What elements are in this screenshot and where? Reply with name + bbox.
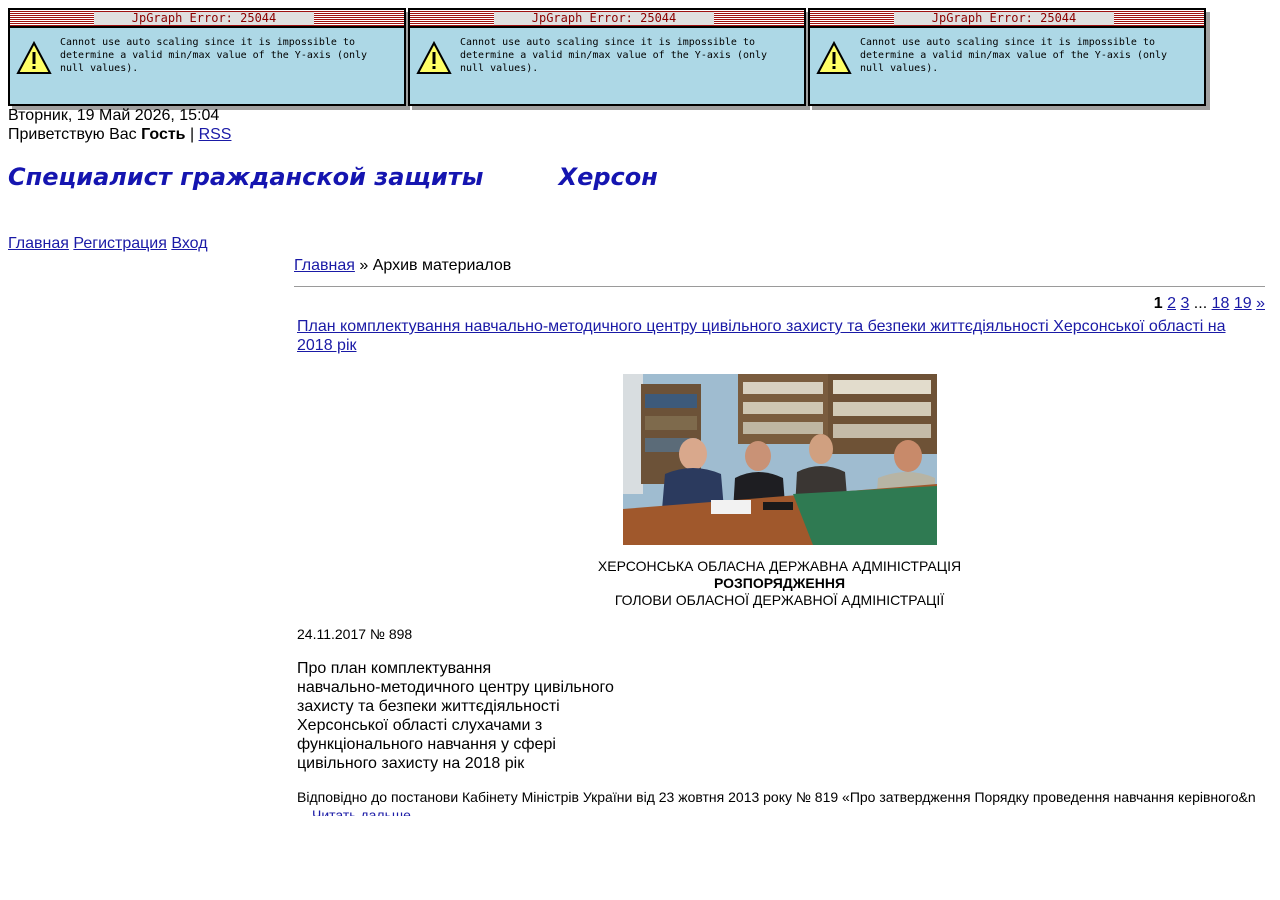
subject-line: навчально-методичного центру цивільного [297,679,614,696]
document-header: ХЕРСОНСЬКА ОБЛАСНА ДЕРЖАВНА АДМІНІСТРАЦІ… [294,558,1265,609]
subject-line: цивільного захисту на 2018 рік [297,755,525,772]
graph-error-title-bar: JpGraph Error: 25044 [410,10,804,28]
document-issuer: ГОЛОВИ ОБЛАСНОЇ ДЕРЖАВНОЇ АДМІНІСТРАЦІЇ [614,592,945,608]
subject-line: захисту та безпеки життєдіяльності [297,698,560,715]
graph-error-box: JpGraph Error: 25044 Cannot use auto sca… [808,8,1206,106]
greeting: Приветствую Вас Гость | RSS [8,126,231,144]
graph-error-box: JpGraph Error: 25044 Cannot use auto sca… [408,8,806,106]
read-more-link[interactable]: Читать дальше [312,807,411,816]
nav-login-link[interactable]: Вход [171,235,207,252]
breadcrumb: Главная » Архив материалов [294,256,1265,276]
pager-next[interactable]: » [1256,295,1265,312]
entry-photo[interactable] [623,374,937,545]
main-content: Главная » Архив материалов 1 2 3 ... 18 … [294,256,1265,816]
graph-error-title: JpGraph Error: 25044 [494,12,714,25]
subject-line: функціонального навчання у сфері [297,736,556,753]
warning-icon [816,41,852,74]
graph-error-message: Cannot use auto scaling since it is impo… [60,37,368,74]
graph-error-title-bar: JpGraph Error: 25044 [10,10,404,28]
entry-title-link[interactable]: План комплектування навчально-методичног… [297,317,1262,355]
current-date: Вторник, 19 Май 2026, 15:04 [8,107,220,124]
top-nav: Главная Регистрация Вход [8,235,208,253]
graph-error-message: Cannot use auto scaling since it is impo… [460,37,768,74]
greeting-separator: | [185,126,199,143]
document-date: 24.11.2017 № 898 [297,626,413,642]
warning-icon [416,41,452,74]
user-name: Гость [141,126,186,143]
breadcrumb-current: Архив материалов [372,257,512,274]
nav-register-link[interactable]: Регистрация [73,235,167,252]
pagination: 1 2 3 ... 18 19 » [294,295,1265,313]
nav-home-link[interactable]: Главная [8,235,69,252]
pager-page-18[interactable]: 18 [1212,295,1230,312]
breadcrumb-separator: » [354,257,373,274]
pager-page-2[interactable]: 2 [1167,295,1176,312]
document-type: РОЗПОРЯДЖЕННЯ [713,575,846,591]
document-authority: ХЕРСОНСЬКА ОБЛАСНА ДЕРЖАВНА АДМІНІСТРАЦІ… [597,558,962,574]
breadcrumb-home-link[interactable]: Главная [294,257,355,274]
subject-line: Херсонської області слухачами з [297,717,543,734]
subject-line: Про план комплектування [297,660,492,677]
divider [294,286,1265,287]
graph-error-title-bar: JpGraph Error: 25044 [810,10,1204,28]
pager-ellipsis: ... [1189,295,1212,312]
warning-icon [16,41,52,74]
rss-link[interactable]: RSS [199,126,232,143]
greeting-prefix: Приветствую Вас [8,126,142,143]
pager-current: 1 [1153,295,1163,312]
pager-page-19[interactable]: 19 [1234,295,1252,312]
graph-error-title: JpGraph Error: 25044 [94,12,314,25]
graph-error-title: JpGraph Error: 25044 [894,12,1114,25]
read-more-row: Читать дальше [297,807,1262,816]
document-subject: Про план комплектування навчально-методи… [297,659,614,773]
site-title: Специалист гражданской защиты Херсон [8,163,658,191]
graph-error-message: Cannot use auto scaling since it is impo… [860,37,1168,74]
document-excerpt: Відповідно до постанови Кабінету Міністр… [297,789,1256,805]
graph-error-box: JpGraph Error: 25044 Cannot use auto sca… [8,8,406,106]
